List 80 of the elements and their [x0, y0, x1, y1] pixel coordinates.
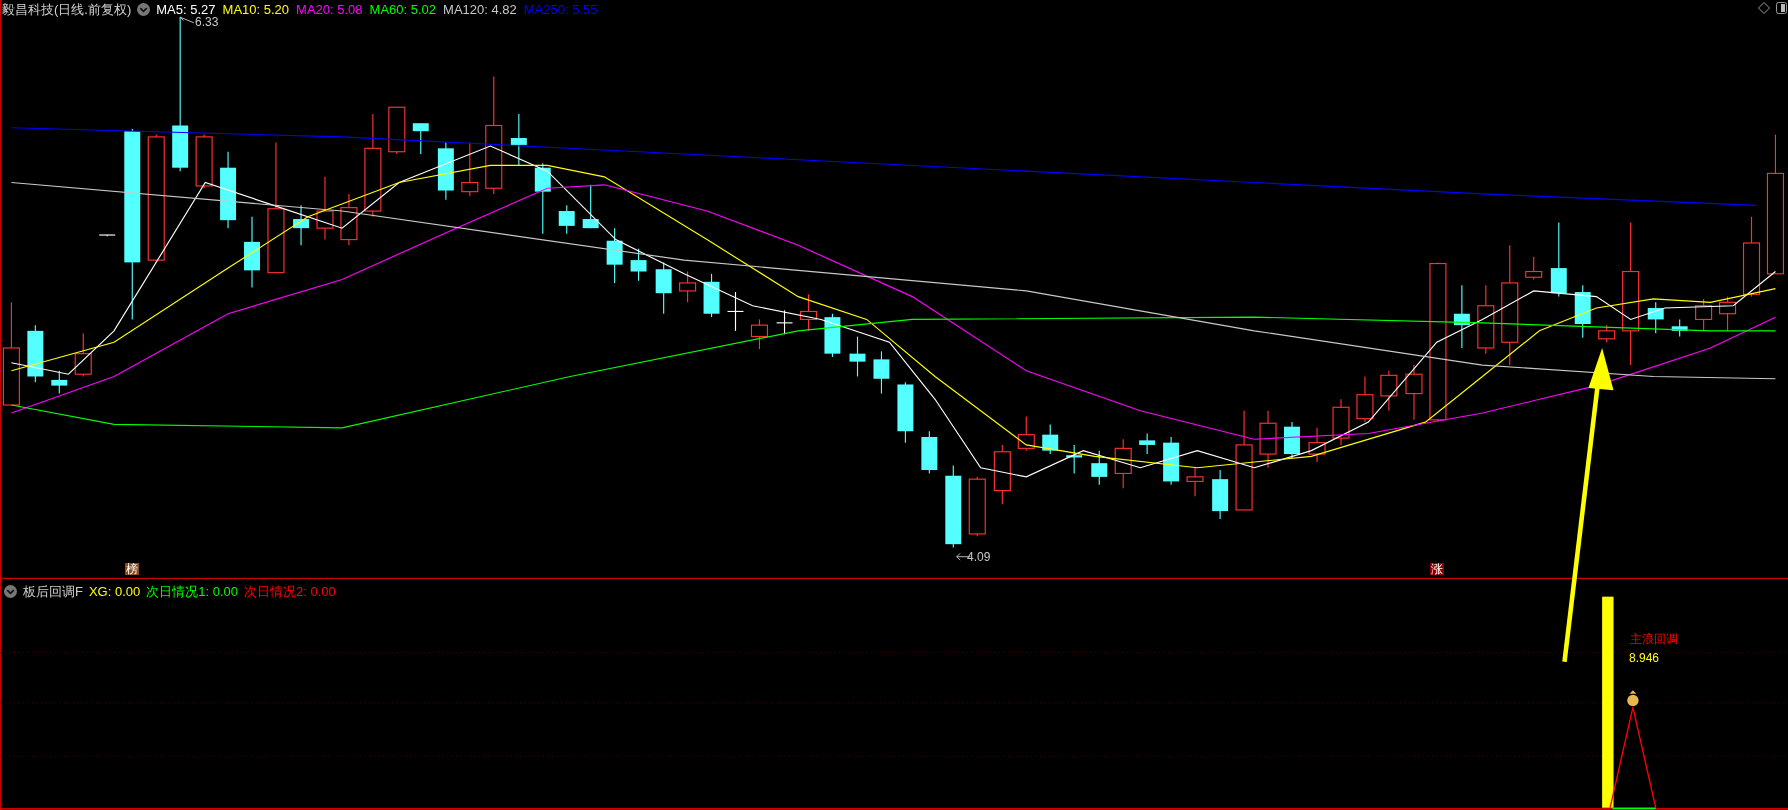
rising-candlestick	[1525, 256, 1543, 281]
rising-candlestick	[679, 270, 697, 303]
falling-candlestick	[703, 273, 720, 318]
falling-candlestick	[27, 324, 44, 383]
moving-average-value: MA250: 5.55	[523, 2, 598, 16]
leader-line	[179, 16, 195, 24]
falling-candlestick	[1066, 444, 1083, 474]
rising-candlestick	[1332, 398, 1350, 446]
moving-average-value: MA120: 4.82	[443, 2, 517, 16]
chevron-down-icon[interactable]	[137, 2, 151, 16]
rising-candlestick	[1477, 284, 1495, 355]
rising-candlestick	[799, 293, 818, 332]
falling-candlestick	[1042, 423, 1059, 455]
falling-candlestick	[849, 336, 866, 378]
falling-candlestick	[437, 142, 454, 201]
falling-candlestick	[873, 350, 890, 395]
indicator-value: XG: 0.00	[88, 584, 141, 598]
indicator-value: 次日情况1: 0.00	[146, 584, 239, 598]
signal-baseline	[1611, 807, 1657, 810]
falling-candlestick	[1574, 284, 1591, 339]
falling-candlestick	[51, 370, 68, 395]
rising-candlestick	[1598, 324, 1616, 343]
falling-candlestick	[558, 204, 575, 235]
rise-badge: 涨	[1430, 563, 1444, 575]
falling-candlestick	[1091, 450, 1108, 486]
falling-candlestick	[1163, 436, 1180, 486]
high-price-label: 6.33	[195, 16, 219, 28]
falling-candlestick	[1671, 318, 1688, 338]
chart-title: 毅昌科技(日线.前复权)	[2, 2, 132, 16]
moving-average-value: MA10: 5.20	[222, 2, 290, 16]
falling-candlestick	[606, 227, 623, 284]
rising-candlestick	[1719, 296, 1737, 332]
rising-candlestick	[1017, 415, 1035, 452]
falling-candlestick	[1647, 301, 1664, 334]
list-badge: 榜	[125, 563, 139, 575]
rising-candlestick	[1380, 370, 1398, 412]
rising-candlestick	[195, 134, 213, 189]
indicator-value: 次日情况2: 0.00	[244, 584, 336, 598]
falling-candlestick	[824, 313, 841, 358]
rising-candlestick	[750, 318, 768, 350]
rising-candlestick	[388, 106, 406, 155]
low-price-label: 4.09	[967, 551, 991, 563]
moving-average-value: MA20: 5.08	[296, 2, 363, 16]
falling-candlestick	[1139, 432, 1156, 455]
falling-candlestick	[412, 122, 429, 155]
panel-toggle-icon[interactable]	[1776, 2, 1787, 14]
money-bag-icon	[1627, 690, 1639, 707]
falling-candlestick	[1284, 421, 1300, 460]
signal-value: 8.946	[1629, 652, 1660, 664]
rising-candlestick	[1259, 410, 1277, 469]
falling-candlestick	[1453, 284, 1470, 349]
indicator-name: 板后回调F	[23, 584, 83, 598]
rising-candlestick	[993, 444, 1011, 505]
falling-candlestick	[510, 113, 527, 166]
rising-candlestick	[1405, 364, 1423, 421]
moving-average-value: MA5: 5.27	[156, 2, 216, 16]
falling-candlestick	[897, 381, 914, 444]
rising-candlestick	[461, 142, 479, 197]
doji-candlestick	[98, 234, 116, 237]
rising-candlestick	[1114, 438, 1132, 489]
signal-label: 主浪回调	[1630, 633, 1678, 645]
rising-candlestick	[1695, 298, 1713, 332]
falling-candlestick	[1212, 469, 1229, 520]
falling-candlestick	[630, 248, 647, 282]
rising-candlestick	[968, 476, 986, 537]
falling-candlestick	[293, 204, 309, 246]
rising-candlestick	[340, 193, 358, 246]
diamond-icon[interactable]	[1758, 2, 1770, 14]
falling-candlestick	[582, 184, 599, 229]
rising-candlestick	[316, 176, 334, 241]
doji-candlestick	[726, 291, 745, 332]
rising-candlestick	[1308, 427, 1326, 463]
rising-candlestick	[1356, 375, 1374, 423]
chevron-down-icon[interactable]	[4, 584, 17, 598]
moving-average-value: MA60: 5.02	[369, 2, 437, 16]
falling-candlestick	[655, 261, 672, 315]
rising-candlestick	[1186, 467, 1204, 497]
doji-candlestick	[775, 309, 794, 335]
falling-candlestick	[921, 430, 938, 474]
rising-candlestick	[74, 332, 92, 378]
